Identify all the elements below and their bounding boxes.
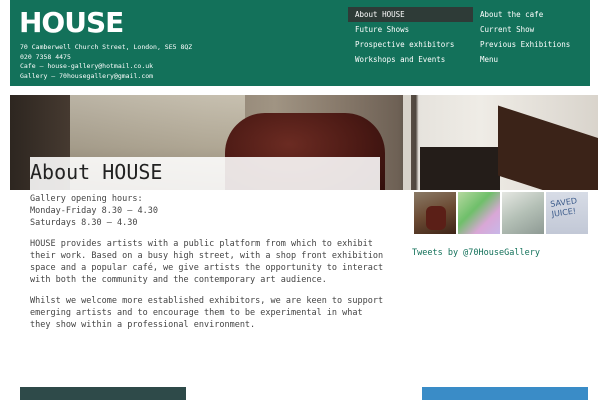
site-header: HOUSE 70 Camberwell Church Street, Londo… (10, 0, 590, 86)
tweets-link[interactable]: Tweets by @70HouseGallery (412, 248, 540, 258)
gallery-email[interactable]: Gallery — 70housegallery@gmail.com (20, 72, 192, 82)
banner-chair (420, 147, 500, 190)
cafe-email[interactable]: Cafe — house-gallery@hotmail.co.uk (20, 62, 192, 72)
nav-menu[interactable]: Menu (473, 52, 588, 67)
phone: 020 7358 4475 (20, 52, 71, 61)
hours-saturdays: Saturdays 8.30 – 4.30 (30, 218, 138, 228)
nav-about-house[interactable]: About HOUSE (348, 7, 473, 22)
thumbnail-2[interactable] (458, 192, 500, 234)
page-title-box: About HOUSE (30, 157, 380, 190)
thumbnail-1[interactable] (414, 192, 456, 234)
hours-heading: Gallery opening hours: (30, 194, 143, 204)
thumbnail-4[interactable]: SAVED JUICE! (546, 192, 588, 234)
main-content: Gallery opening hours: Monday-Friday 8.3… (30, 193, 385, 340)
intro-paragraph: HOUSE provides artists with a public pla… (30, 239, 384, 285)
thumbnail-3[interactable] (502, 192, 544, 234)
thumbnail-4-text: SAVED JUICE! (549, 196, 578, 219)
nav-prospective-exhibitors[interactable]: Prospective exhibitors (348, 37, 473, 52)
thumbnail-1-cup (426, 206, 446, 230)
nav-previous-exhibitions[interactable]: Previous Exhibitions (473, 37, 588, 52)
nav-about-cafe[interactable]: About the cafe (473, 7, 588, 22)
footer-block-right (422, 387, 588, 400)
emerging-artists-paragraph: Whilst we welcome more established exhib… (30, 296, 384, 330)
hours-weekdays: Monday-Friday 8.30 – 4.30 (30, 206, 158, 216)
page-title: About HOUSE (30, 160, 163, 184)
thumbnail-gallery: SAVED JUICE! (414, 192, 590, 234)
opening-hours: Gallery opening hours: Monday-Friday 8.3… (30, 193, 385, 229)
nav-future-shows[interactable]: Future Shows (348, 22, 473, 37)
site-logo[interactable]: HOUSE (19, 6, 124, 40)
nav-workshops-events[interactable]: Workshops and Events (348, 52, 473, 67)
address: 70 Camberwell Church Street, London, SE5… (20, 43, 193, 51)
nav-current-show[interactable]: Current Show (473, 22, 588, 37)
contact-info: 70 Camberwell Church Street, London, SE5… (20, 43, 192, 81)
banner-frame (403, 95, 411, 190)
footer-block-left (20, 387, 186, 400)
